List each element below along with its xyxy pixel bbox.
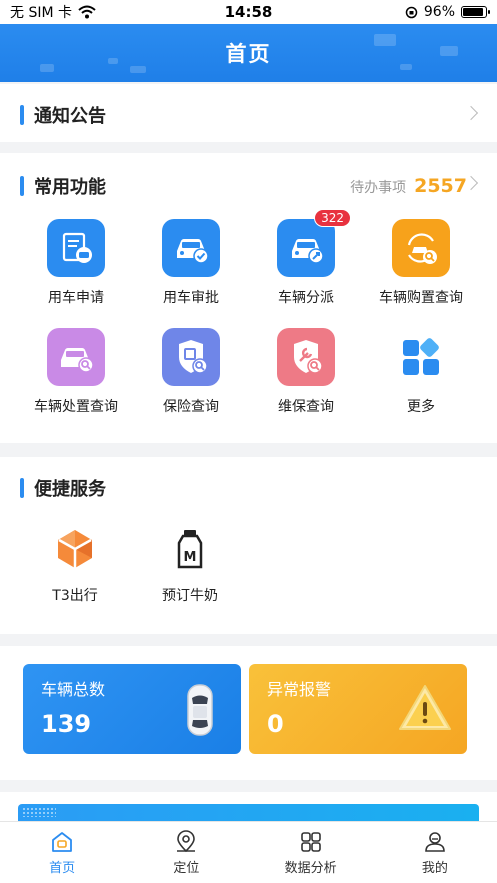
function-vehicle-disposal-query[interactable]: 车辆处置查询 <box>14 328 138 416</box>
function-label: 更多 <box>407 399 435 415</box>
tab-home[interactable]: 首页 <box>0 822 124 883</box>
notice-row[interactable]: 通知公告 <box>0 84 497 142</box>
warning-icon <box>399 685 451 730</box>
function-vehicle-approval[interactable]: 用车审批 <box>129 219 253 307</box>
todo-summary[interactable]: 待办事项 2557 <box>350 175 467 197</box>
services-section: 便捷服务 T3出行 M 预订牛奶 <box>0 457 497 634</box>
function-label: 车辆分派 <box>278 290 334 306</box>
tab-bar: 首页 定位 数据分析 我的 <box>0 821 497 883</box>
battery-icon <box>461 6 490 18</box>
dispatch-badge: 322 <box>314 209 351 227</box>
battery-percent: 96% <box>423 4 455 20</box>
functions-section: 常用功能 待办事项 2557 用车申请 用车审批 322 车辆分派 车辆购置查询… <box>0 153 497 443</box>
todo-label: 待办事项 <box>350 180 407 196</box>
vehicle-application-icon <box>47 219 105 277</box>
maintenance-query-icon <box>277 328 335 386</box>
vehicle-purchase-query-icon <box>392 219 450 277</box>
milk-logo-text: M <box>184 550 197 565</box>
function-label: 维保查询 <box>278 399 334 415</box>
vehicle-disposal-query-icon <box>47 328 105 386</box>
services-title: 便捷服务 <box>20 475 106 501</box>
service-milk[interactable]: M 预订牛奶 <box>145 527 235 605</box>
status-bar: 无 SIM 卡 14:58 96% <box>0 0 497 24</box>
banner-section <box>0 792 497 824</box>
data-analysis-icon <box>300 832 321 852</box>
function-label: 用车审批 <box>163 290 219 306</box>
vehicle-total-card[interactable]: 车辆总数 139 <box>23 664 241 754</box>
tab-label: 定位 <box>173 861 200 876</box>
page-title: 首页 <box>225 42 272 66</box>
car-topview-icon <box>187 684 213 736</box>
status-left: 无 SIM 卡 <box>10 2 96 22</box>
function-maintenance-query[interactable]: 维保查询 <box>244 328 368 416</box>
tab-data-analysis[interactable]: 数据分析 <box>249 822 373 883</box>
orientation-lock-icon <box>405 6 418 18</box>
alarm-value: 0 <box>267 710 284 738</box>
insurance-query-icon <box>162 328 220 386</box>
function-vehicle-purchase-query[interactable]: 车辆购置查询 <box>359 219 483 307</box>
wifi-icon <box>78 5 96 19</box>
tab-location[interactable]: 定位 <box>124 822 248 883</box>
notice-title: 通知公告 <box>20 102 106 128</box>
tab-label: 我的 <box>421 861 448 876</box>
service-label: 预订牛奶 <box>162 588 218 604</box>
service-t3[interactable]: T3出行 <box>30 527 120 605</box>
vehicle-total-value: 139 <box>41 710 92 738</box>
header: 首页 <box>0 24 497 82</box>
service-label: T3出行 <box>52 588 98 604</box>
todo-count: 2557 <box>414 175 467 197</box>
function-label: 车辆处置查询 <box>34 399 118 415</box>
more-apps-icon <box>392 328 450 386</box>
tab-profile[interactable]: 我的 <box>373 822 497 883</box>
location-icon <box>177 830 196 853</box>
profile-icon <box>425 832 445 852</box>
vehicle-total-title: 车辆总数 <box>41 680 106 699</box>
carrier-label: 无 SIM 卡 <box>10 5 72 21</box>
functions-title: 常用功能 <box>20 173 106 199</box>
function-insurance-query[interactable]: 保险查询 <box>129 328 253 416</box>
vehicle-dispatch-icon: 322 <box>277 209 351 277</box>
function-label: 保险查询 <box>163 399 219 415</box>
chevron-right-icon <box>463 105 479 121</box>
tab-label: 数据分析 <box>284 861 337 876</box>
status-right: 96% <box>405 4 490 20</box>
tab-label: 首页 <box>49 861 76 876</box>
milk-bottle-icon: M <box>177 530 203 569</box>
alarm-title: 异常报警 <box>267 680 332 699</box>
vehicle-approval-icon <box>162 219 220 277</box>
function-label: 车辆购置查询 <box>379 290 463 306</box>
function-more[interactable]: 更多 <box>359 328 483 416</box>
t3-logo-icon <box>58 530 92 568</box>
function-vehicle-dispatch[interactable]: 322 车辆分派 <box>244 209 368 307</box>
function-vehicle-application[interactable]: 用车申请 <box>14 219 138 307</box>
alarm-card[interactable]: 异常报警 0 <box>249 664 467 754</box>
home-icon <box>52 832 73 852</box>
function-label: 用车申请 <box>48 290 104 306</box>
